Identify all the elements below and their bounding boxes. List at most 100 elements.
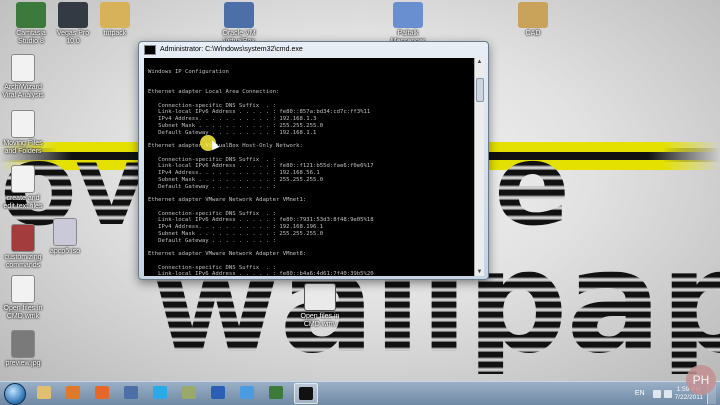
desktop-shortcut-video[interactable]: Open files in CMD.wmv [297, 283, 343, 329]
desktop-icon-label: apcp5.iso [50, 248, 80, 255]
cmd-window[interactable]: Administrator: C:\Windows\system32\cmd.e… [138, 41, 489, 280]
media-player-taskbar-icon [66, 386, 80, 399]
network-icon[interactable] [652, 389, 661, 398]
desktop-icon[interactable]: Oracle VM VirtualBox [216, 2, 262, 46]
skype-taskbar-icon [153, 386, 167, 399]
console-line: Default Gateway . . . . . . . . . : [148, 237, 276, 244]
scroll-thumb[interactable] [476, 78, 484, 102]
desktop-icon-label: Camtasia Studio 8 [16, 30, 46, 45]
document-icon [11, 110, 35, 138]
taskbar-button[interactable] [207, 383, 229, 402]
desktop-icon-label: Open files in CMD.wmk [3, 305, 43, 320]
console-line: Subnet Mask . . . . . . . . . . . : 255.… [148, 230, 324, 237]
word-taskbar-icon [211, 386, 225, 399]
scroll-down-icon[interactable]: ▼ [475, 268, 484, 276]
language-indicator[interactable]: EN [635, 390, 645, 397]
desktop-icon-label: Open files in CMD.wmv [300, 313, 340, 328]
desktop: overrride wallpaper Camtasia Studio 8Veg… [0, 0, 720, 381]
console-line: IPv4 Address. . . . . . . . . . . : 192.… [148, 224, 324, 230]
paltalk-icon [393, 2, 423, 28]
console-line: Connection-specific DNS Suffix . : [148, 210, 276, 217]
desktop-icon[interactable]: tutpack [92, 2, 138, 38]
desktop-icon-label: Moving Files and Folders [3, 140, 43, 155]
console-line: Link-local IPv6 Address . . . . . : fe80… [148, 271, 374, 276]
desktop-icon[interactable]: Moving Files and Folders [0, 110, 46, 156]
desktop-icon-label: customizing commands [4, 254, 42, 269]
console-line: Default Gateway . . . . . . . . . : [148, 183, 276, 190]
disc-image-icon [53, 218, 77, 246]
console-line: Connection-specific DNS Suffix . : [148, 102, 276, 109]
desktop-icon[interactable]: customizing commands [0, 224, 46, 270]
desktop-icon[interactable]: apcp5.iso [42, 218, 88, 256]
taskbar-button[interactable] [149, 383, 171, 402]
taskbar-buttons [26, 383, 318, 404]
virtualbox-icon [224, 2, 254, 28]
console-line: Link-local IPv6 Address . . . . . : fe80… [148, 163, 374, 170]
start-button[interactable] [4, 382, 26, 405]
desktop-icon[interactable]: ArchiWizard Viral Analysis [0, 54, 46, 100]
paltalk-taskbar-icon [240, 386, 254, 399]
video-file-icon [304, 283, 336, 311]
taskbar-button[interactable] [33, 383, 55, 402]
taskbar-button[interactable] [236, 383, 258, 402]
firefox-taskbar-icon [95, 386, 109, 399]
console-line: IPv4 Address. . . . . . . . . . . : 192.… [148, 170, 320, 176]
desktop-icon[interactable]: Paltalk Messenger [385, 2, 431, 46]
taskbar-button[interactable] [294, 383, 318, 404]
volume-icon[interactable] [663, 389, 672, 398]
desktop-icon-label: CAD [525, 30, 541, 37]
console-line: Ethernet adapter VirtualBox Host-Only Ne… [148, 143, 303, 149]
cmd-taskbar-icon [299, 387, 313, 400]
console-line: Subnet Mask . . . . . . . . . . . : 255.… [148, 176, 324, 183]
taskbar-button[interactable] [91, 383, 113, 402]
tutpack-folder-icon [100, 2, 130, 28]
console-line: Ethernet adapter VMware Network Adapter … [148, 251, 307, 257]
cmd-titlebar[interactable]: Administrator: C:\Windows\system32\cmd.e… [139, 42, 488, 57]
document-icon [11, 275, 35, 303]
taskbar-button[interactable] [265, 383, 287, 402]
image-file-icon [11, 330, 35, 358]
desktop-icon[interactable]: Vegas Pro 10.0 [50, 2, 96, 46]
scroll-up-icon[interactable]: ▲ [475, 58, 484, 66]
cmd-window-title: Administrator: C:\Windows\system32\cmd.e… [160, 46, 303, 53]
console-line: Connection-specific DNS Suffix . : [148, 264, 276, 271]
desktop-icon[interactable]: create and edit text files [0, 165, 46, 211]
camtasia-taskbar-icon [269, 386, 283, 399]
desktop-icon[interactable]: CAD [510, 2, 556, 38]
console-line: Ethernet adapter Local Area Connection: [148, 89, 280, 95]
document-icon [11, 54, 35, 82]
console-line: Link-local IPv6 Address . . . . . : fe80… [148, 109, 371, 116]
document-icon [11, 165, 35, 193]
console-line: Connection-specific DNS Suffix . : [148, 156, 276, 163]
cmd-scrollbar[interactable]: ▲ ▼ [474, 58, 484, 276]
console-line: Default Gateway . . . . . . . . . : 192.… [148, 129, 317, 136]
desktop-icon[interactable]: Open files in CMD.wmk [0, 275, 46, 321]
media-file-icon [11, 224, 35, 252]
desktop-icon-label: create and edit text files [3, 195, 43, 210]
desktop-icon[interactable]: preview.jpg [0, 330, 46, 368]
vegas-pro-icon [58, 2, 88, 28]
explorer-taskbar-icon [37, 386, 51, 399]
taskbar-button[interactable] [62, 383, 84, 402]
taskbar-button[interactable] [120, 383, 142, 402]
desktop-icon-label: Vegas Pro 10.0 [56, 30, 90, 45]
desktop-icon[interactable]: Camtasia Studio 8 [8, 2, 54, 46]
watermark-logo: PH [686, 365, 716, 395]
cmd-console[interactable]: Windows IP Configuration Ethernet adapter… [144, 58, 474, 276]
console-line: Subnet Mask . . . . . . . . . . . : 255.… [148, 122, 324, 129]
console-line: Link-local IPv6 Address . . . . . : fe80… [148, 217, 374, 224]
taskbar: EN 1:59 PM 7/22/2011 [0, 381, 720, 405]
taskbar-button[interactable] [178, 383, 200, 402]
console-line: IPv4 Address. . . . . . . . . . . : 192.… [148, 116, 317, 122]
virtualbox-taskbar-icon [124, 386, 138, 399]
cmd-app-icon [144, 44, 156, 55]
cad-folder-icon [518, 2, 548, 28]
tools-taskbar-icon [182, 386, 196, 399]
